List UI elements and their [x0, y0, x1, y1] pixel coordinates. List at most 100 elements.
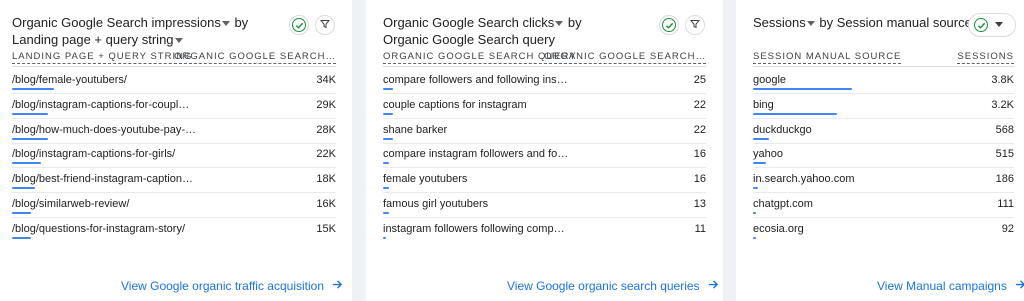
view-google-organic-traffic-link[interactable]: View Google organic traffic acquisition	[121, 279, 343, 293]
row-value: 515	[995, 148, 1014, 161]
filter-button[interactable]	[685, 15, 705, 35]
table-row[interactable]: shane barker 22	[383, 119, 706, 144]
row-share-bar	[383, 236, 387, 239]
table-row[interactable]: in.search.yahoo.com 186	[753, 168, 1014, 194]
row-value: 25	[693, 74, 706, 86]
table-row[interactable]: compare instagram followers and fo… 16	[383, 143, 706, 169]
view-manual-campaigns-link[interactable]: View Manual campaigns	[877, 279, 1024, 293]
table-row[interactable]: /blog/how-much-does-youtube-pay-… 28K	[12, 119, 336, 144]
row-value: 92	[1001, 222, 1014, 235]
row-share-bar	[383, 137, 393, 140]
table-row[interactable]: ecosia.org 92	[753, 218, 1014, 243]
table-row[interactable]: /blog/instagram-captions-for-coupl… 29K	[12, 94, 336, 119]
dimension-selector[interactable]: Landing page + query string	[12, 32, 174, 47]
row-label: /blog/questions-for-instagram-story/	[12, 222, 186, 235]
row-value: 13	[693, 198, 706, 210]
row-share-bar	[753, 187, 759, 190]
row-share-bar	[12, 88, 55, 90]
dropdown-triangle-icon[interactable]	[806, 20, 815, 26]
row-value: 34K	[316, 74, 336, 86]
row-label: /blog/similarweb-review/	[12, 198, 130, 210]
check-circle-button[interactable]	[659, 15, 679, 35]
table-row[interactable]: chatgpt.com 111	[753, 193, 1014, 218]
row-label: instagram followers following comp…	[383, 222, 565, 235]
table-row[interactable]: /blog/best-friend-instagram-caption… 18K	[12, 168, 336, 194]
card-sessions-by-manual-source: Sessions by Session manual source SESSIO…	[736, 0, 1024, 301]
row-value: 16	[693, 148, 706, 161]
check-circle-icon	[662, 18, 676, 32]
table-row[interactable]: female youtubers 16	[383, 168, 706, 194]
table-row[interactable]: /blog/questions-for-instagram-story/15K	[12, 218, 336, 243]
metric-selector[interactable]: Organic Google Search impressions	[12, 15, 221, 30]
table-row[interactable]: /blog/female-youtubers/34K	[12, 69, 336, 94]
table-row[interactable]: /blog/instagram-captions-for-girls/22K	[12, 143, 336, 169]
row-value: 11	[694, 222, 706, 235]
row-label: compare followers and following ins…	[383, 74, 568, 86]
row-value: 3.2K	[991, 98, 1014, 111]
row-share-bar	[12, 112, 48, 115]
row-share-bar	[12, 187, 35, 190]
row-value: 22	[693, 123, 706, 136]
row-value: 29K	[316, 98, 336, 111]
row-label: duckduckgo	[753, 123, 812, 136]
row-label: /blog/female-youtubers/	[12, 74, 127, 86]
dimension-selector[interactable]: by Session manual source	[816, 15, 971, 30]
row-share-bar	[383, 88, 393, 90]
table-row[interactable]: couple captions for instagram 22	[383, 94, 706, 119]
row-value: 28K	[316, 123, 336, 136]
row-value: 3.8K	[991, 74, 1014, 86]
row-label: bing	[753, 98, 774, 111]
row-value: 111	[997, 198, 1014, 210]
metric-selector[interactable]: Sessions	[753, 15, 806, 30]
row-label: /blog/instagram-captions-for-girls/	[12, 148, 176, 161]
table-row[interactable]: yahoo 515	[753, 143, 1014, 169]
table-row[interactable]: compare followers and following ins… 25	[383, 69, 706, 94]
table-row[interactable]: instagram followers following comp… 11	[383, 218, 706, 243]
row-value: 22	[693, 98, 706, 111]
row-label: in.search.yahoo.com	[753, 173, 855, 186]
title-by: by	[230, 15, 249, 30]
row-share-bar	[383, 112, 393, 115]
check-circle-icon	[292, 18, 306, 32]
row-label: couple captions for instagram	[383, 98, 527, 111]
table-row[interactable]: famous girl youtubers 13	[383, 193, 706, 218]
card-title[interactable]: Sessions by Session manual source	[753, 14, 982, 31]
column-header-dimension[interactable]: SESSION MANUAL SOURCE	[753, 51, 902, 64]
row-share-bar	[753, 88, 853, 90]
arrow-right-icon	[332, 279, 343, 293]
dropdown-triangle-icon[interactable]	[221, 20, 230, 26]
row-label: female youtubers	[383, 173, 468, 186]
row-value: 18K	[316, 173, 336, 186]
row-label: /blog/instagram-captions-for-coupl…	[12, 98, 190, 111]
column-header-metric[interactable]: ORGANIC GOOGLE SEARCH…	[174, 51, 336, 64]
dimension-label: Organic Google Search query	[383, 32, 555, 47]
view-google-organic-queries-link[interactable]: View Google organic search queries	[507, 279, 719, 293]
column-header-metric[interactable]: SESSIONS	[957, 51, 1014, 64]
metric-selector[interactable]: Organic Google Search clicks	[383, 15, 554, 30]
arrow-right-icon	[708, 279, 719, 293]
row-value: 15K	[316, 222, 336, 235]
filter-icon	[689, 16, 701, 34]
table-row[interactable]: /blog/similarweb-review/16K	[12, 193, 336, 218]
row-share-bar	[753, 212, 756, 214]
row-label: /blog/how-much-does-youtube-pay-…	[12, 123, 197, 136]
table-row[interactable]: duckduckgo 568	[753, 119, 1014, 144]
column-header-metric[interactable]: ORGANIC GOOGLE SEARCH…	[544, 51, 706, 64]
dropdown-triangle-icon[interactable]	[174, 37, 183, 43]
column-header-dimension[interactable]: LANDING PAGE + QUERY STRING	[12, 51, 193, 64]
dropdown-triangle-icon[interactable]	[555, 20, 564, 26]
card-title[interactable]: Organic Google Search clicks by Organic …	[383, 14, 582, 48]
card-title[interactable]: Organic Google Search impressions by Lan…	[12, 14, 248, 48]
check-circle-button[interactable]	[289, 15, 309, 35]
comparison-menu-button[interactable]	[968, 13, 1016, 37]
table-row[interactable]: bing 3.2K	[753, 94, 1014, 119]
row-label: google	[753, 74, 787, 86]
header-divider	[383, 66, 706, 67]
link-label: View Google organic search queries	[507, 279, 700, 293]
card-impressions-by-landing-page: Organic Google Search impressions by Lan…	[0, 0, 352, 301]
check-circle-icon	[974, 18, 988, 32]
filter-button[interactable]	[315, 15, 335, 35]
row-label: /blog/best-friend-instagram-caption…	[12, 173, 193, 186]
row-share-bar	[12, 212, 32, 214]
table-row[interactable]: google 3.8K	[753, 69, 1014, 94]
